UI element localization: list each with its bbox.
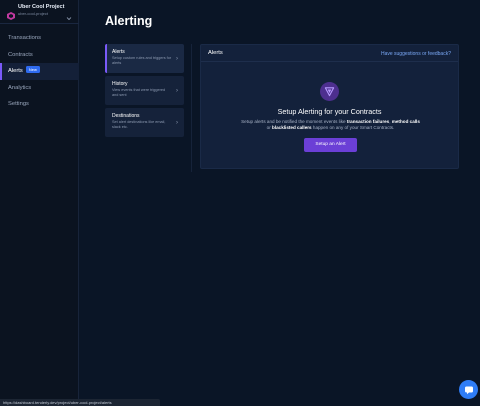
chevron-down-icon[interactable] <box>66 8 72 21</box>
project-switcher[interactable]: Uber Cool Project uber-cool-project <box>0 0 79 24</box>
sidebar-item-analytics[interactable]: Analytics <box>0 80 79 97</box>
chevron-right-icon: › <box>176 56 178 62</box>
sidebar-item-contracts[interactable]: Contracts <box>0 47 79 64</box>
setup-alert-button[interactable]: Setup an Alert <box>304 138 357 152</box>
panel-title: Alerts <box>208 50 223 56</box>
sidebar-item-label: Analytics <box>8 84 32 91</box>
sidebar-item-alerts[interactable]: Alerts New <box>0 63 79 80</box>
project-name: Uber Cool Project <box>18 4 65 10</box>
submenu-item-title: Destinations <box>112 113 140 119</box>
submenu-item-desc: Setup custom rules and triggers for aler… <box>112 56 172 65</box>
submenu-item-alerts[interactable]: Alerts Setup custom rules and triggers f… <box>105 44 184 73</box>
submenu-item-desc: Set alert destinations like email, slack… <box>112 120 166 129</box>
desc-text: happen on any of your Smart Contracts. <box>311 125 395 131</box>
project-logo-icon <box>7 7 15 20</box>
sidebar-item-transactions[interactable]: Transactions <box>0 30 79 47</box>
column-divider <box>191 44 192 172</box>
panel-header: Alerts Have suggestions or feedback? <box>201 45 458 62</box>
chevron-right-icon: › <box>176 88 178 94</box>
sidebar-item-label: Transactions <box>8 35 41 41</box>
project-slug: uber-cool-project <box>18 11 49 16</box>
feedback-link[interactable]: Have suggestions or feedback? <box>381 51 451 57</box>
alerts-panel: Alerts Have suggestions or feedback? Set… <box>200 44 459 169</box>
sidebar-item-settings[interactable]: Settings <box>0 96 79 113</box>
empty-state-description: Setup alerts and be notified the moment … <box>241 119 420 132</box>
chat-icon <box>464 386 473 394</box>
submenu-item-title: History <box>112 81 128 87</box>
sidebar-item-label: Alerts <box>8 68 23 74</box>
submenu-item-destinations[interactable]: Destinations Set alert destinations like… <box>105 108 184 137</box>
sidebar: Uber Cool Project uber-cool-project Tran… <box>0 0 79 406</box>
submenu-item-history[interactable]: History View events that were triggered … <box>105 76 184 105</box>
sidebar-item-label: Settings <box>8 101 29 107</box>
submenu-item-desc: View events that were triggered and sent <box>112 88 166 97</box>
new-badge: New <box>25 66 40 73</box>
empty-state-title: Setup Alerting for your Contracts <box>277 107 382 116</box>
chat-button[interactable] <box>459 380 478 399</box>
desc-highlight: blacklisted callers <box>272 125 312 131</box>
desc-highlight: method calls <box>391 119 420 124</box>
desc-text: Setup alerts and be notified the moment … <box>241 119 347 124</box>
sidebar-item-label: Contracts <box>8 51 33 58</box>
status-url: https://dashboard.tenderly.dev/project/u… <box>3 400 112 405</box>
alert-triangle-icon <box>320 82 339 101</box>
sidebar-nav: Transactions Contracts Alerts New Analyti… <box>0 30 79 113</box>
alerting-submenu: Alerts Setup custom rules and triggers f… <box>105 44 184 140</box>
desc-highlight: transaction failures <box>346 119 390 124</box>
submenu-item-title: Alerts <box>112 49 125 55</box>
chevron-right-icon: › <box>176 120 178 126</box>
page-title: Alerting <box>105 14 153 28</box>
browser-status-bar: https://dashboard.tenderly.dev/project/u… <box>0 399 160 406</box>
